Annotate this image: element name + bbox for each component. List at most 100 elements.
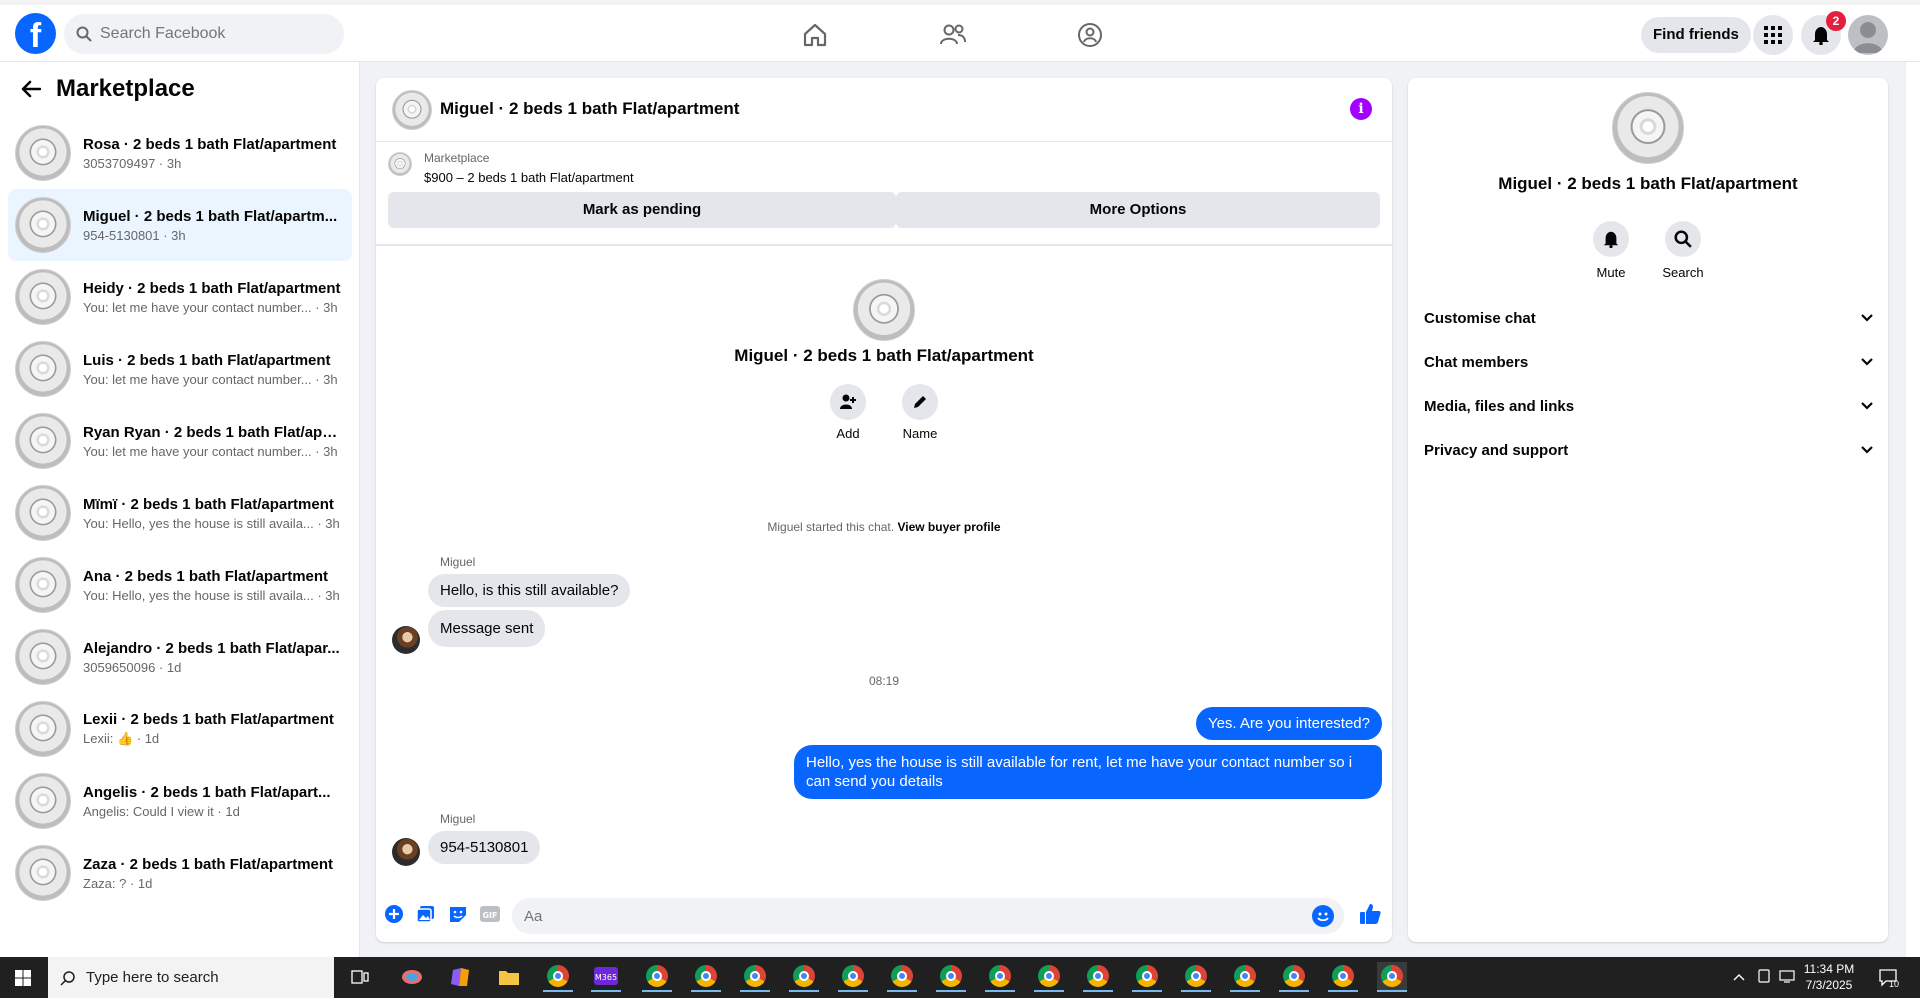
started-text: Miguel started this chat. (767, 520, 895, 534)
page-scrollbar[interactable] (1905, 62, 1920, 957)
chat-details-panel: Miguel · 2 beds 1 bath Flat/apartment Mu… (1408, 78, 1888, 942)
conversation-item[interactable]: Ryan Ryan · 2 beds 1 bath Flat/apa... You… (8, 405, 352, 477)
friends-icon[interactable] (937, 19, 969, 51)
mark-as-pending-button[interactable]: Mark as pending (388, 192, 896, 228)
name-chat-action[interactable]: Name (890, 384, 950, 441)
device-icon[interactable] (1757, 969, 1771, 986)
svg-text:GIF: GIF (482, 911, 497, 920)
conversation-item-active[interactable]: Miguel · 2 beds 1 bath Flat/apartm... 954… (8, 189, 352, 261)
chrome-app-icon[interactable] (985, 962, 1015, 992)
chat-panel: Miguel · 2 beds 1 bath Flat/apartment i … (376, 78, 1392, 942)
home-icon[interactable] (799, 19, 831, 51)
privacy-support-section[interactable]: Privacy and support (1424, 428, 1874, 472)
facebook-search-box[interactable] (64, 14, 344, 54)
outgoing-message[interactable]: Yes. Are you interested? (1195, 707, 1382, 740)
conversation-list: Rosa · 2 beds 1 bath Flat/apartment 30537… (8, 117, 352, 909)
conversation-item[interactable]: Mïmï · 2 beds 1 bath Flat/apartment You: … (8, 477, 352, 549)
back-arrow-icon[interactable] (16, 74, 46, 104)
plus-circle-icon[interactable] (384, 904, 404, 924)
listing-label: Marketplace (424, 151, 490, 165)
windows-start-button[interactable] (0, 957, 46, 998)
groups-icon[interactable] (1074, 19, 1106, 51)
emoji-icon[interactable] (1312, 905, 1334, 927)
bell-icon (1603, 231, 1619, 248)
clock-time: 11:34 PM (1803, 962, 1855, 976)
sender-avatar[interactable] (392, 626, 420, 654)
chrome-app-icon[interactable] (642, 962, 672, 992)
customise-chat-section[interactable]: Customise chat (1424, 296, 1874, 340)
chat-header-name[interactable]: Miguel · 2 beds 1 bath Flat/apartment (440, 99, 739, 119)
more-options-button[interactable]: More Options (896, 192, 1380, 228)
taskbar-search-box[interactable]: Type here to search (48, 957, 334, 998)
chevron-up-icon[interactable] (1733, 969, 1745, 985)
chrome-app-icon[interactable] (1034, 962, 1064, 992)
chrome-app-icon[interactable] (1181, 962, 1211, 992)
incoming-message[interactable]: 954-5130801 (428, 831, 541, 864)
photo-icon[interactable] (416, 904, 436, 924)
chrome-app-icon[interactable] (1230, 962, 1260, 992)
chrome-app-icon[interactable] (887, 962, 917, 992)
mute-button[interactable]: Mute (1576, 221, 1646, 280)
chrome-app-icon[interactable] (740, 962, 770, 992)
conversation-item[interactable]: Luis · 2 beds 1 bath Flat/apartment You: … (8, 333, 352, 405)
network-icon[interactable] (1779, 969, 1795, 986)
view-buyer-profile-link[interactable]: View buyer profile (897, 520, 1000, 534)
conversation-title: Ryan Ryan · 2 beds 1 bath Flat/apa... (83, 423, 343, 441)
microsoft365-app-icon[interactable]: M365 (591, 962, 621, 992)
chrome-app-icon[interactable] (1132, 962, 1162, 992)
thumbs-up-icon[interactable] (1358, 902, 1382, 926)
chrome-app-icon[interactable] (838, 962, 868, 992)
add-member-action[interactable]: Add (818, 384, 878, 441)
copilot-app-icon[interactable] (445, 962, 475, 992)
message-input-box[interactable] (512, 898, 1344, 934)
search-input[interactable] (100, 25, 320, 43)
listing-thumbnail (15, 629, 71, 685)
chat-members-section[interactable]: Chat members (1424, 340, 1874, 384)
chrome-app-icon[interactable] (691, 962, 721, 992)
gif-icon[interactable]: GIF (480, 904, 500, 924)
outgoing-message[interactable]: Hello, yes the house is still available … (794, 745, 1382, 799)
sticker-icon[interactable] (448, 904, 468, 924)
facebook-logo[interactable]: f (15, 13, 56, 54)
listing-thumbnail (15, 269, 71, 325)
chrome-app-icon[interactable] (1279, 962, 1309, 992)
sender-avatar[interactable] (392, 838, 420, 866)
system-clock[interactable]: 11:34 PM 7/3/2025 (1794, 961, 1864, 993)
add-label: Add (836, 426, 860, 441)
file-explorer-icon[interactable] (494, 962, 524, 992)
conversation-title: Lexii · 2 beds 1 bath Flat/apartment (83, 711, 334, 728)
mute-label: Mute (1596, 265, 1626, 280)
listing-thumbnail (15, 845, 71, 901)
info-icon[interactable]: i (1350, 98, 1372, 120)
conversation-item[interactable]: Rosa · 2 beds 1 bath Flat/apartment 30537… (8, 117, 352, 189)
screen-snip-app-icon[interactable] (397, 962, 427, 992)
conversation-item[interactable]: Angelis · 2 beds 1 bath Flat/apart... Ang… (8, 765, 352, 837)
section-label: Chat members (1424, 353, 1529, 371)
conversation-item[interactable]: Ana · 2 beds 1 bath Flat/apartment You: H… (8, 549, 352, 621)
conversation-item[interactable]: Alejandro · 2 beds 1 bath Flat/apar... 30… (8, 621, 352, 693)
listing-thumbnail (15, 557, 71, 613)
chrome-app-icon[interactable] (789, 962, 819, 992)
menu-grid-button[interactable] (1753, 15, 1793, 55)
chat-header-thumbnail[interactable] (392, 90, 432, 130)
incoming-message[interactable]: Message sent (428, 610, 546, 647)
chrome-app-icon[interactable] (1083, 962, 1113, 992)
account-avatar[interactable] (1848, 15, 1888, 55)
find-friends-button[interactable]: Find friends (1641, 17, 1751, 53)
chrome-app-icon[interactable] (936, 962, 966, 992)
incoming-message[interactable]: Hello, is this still available? (428, 574, 631, 607)
conversation-preview: Zaza: ? · 1d (83, 875, 153, 891)
task-view-icon[interactable] (345, 962, 375, 992)
listing-price[interactable]: $900 – 2 beds 1 bath Flat/apartment (424, 170, 634, 185)
conversation-item[interactable]: Lexii · 2 beds 1 bath Flat/apartment Lexi… (8, 693, 352, 765)
search-chat-button[interactable]: Search (1648, 221, 1718, 280)
listing-small-thumbnail (388, 152, 412, 176)
message-input[interactable] (524, 898, 1284, 934)
chrome-app-icon[interactable] (1328, 962, 1358, 992)
conversation-item[interactable]: Heidy · 2 beds 1 bath Flat/apartment You:… (8, 261, 352, 333)
media-files-links-section[interactable]: Media, files and links (1424, 384, 1874, 428)
chrome-app-icon[interactable] (543, 962, 573, 992)
listing-thumbnail (15, 197, 71, 253)
chrome-app-icon-active[interactable] (1377, 962, 1407, 992)
conversation-item[interactable]: Zaza · 2 beds 1 bath Flat/apartment Zaza:… (8, 837, 352, 909)
